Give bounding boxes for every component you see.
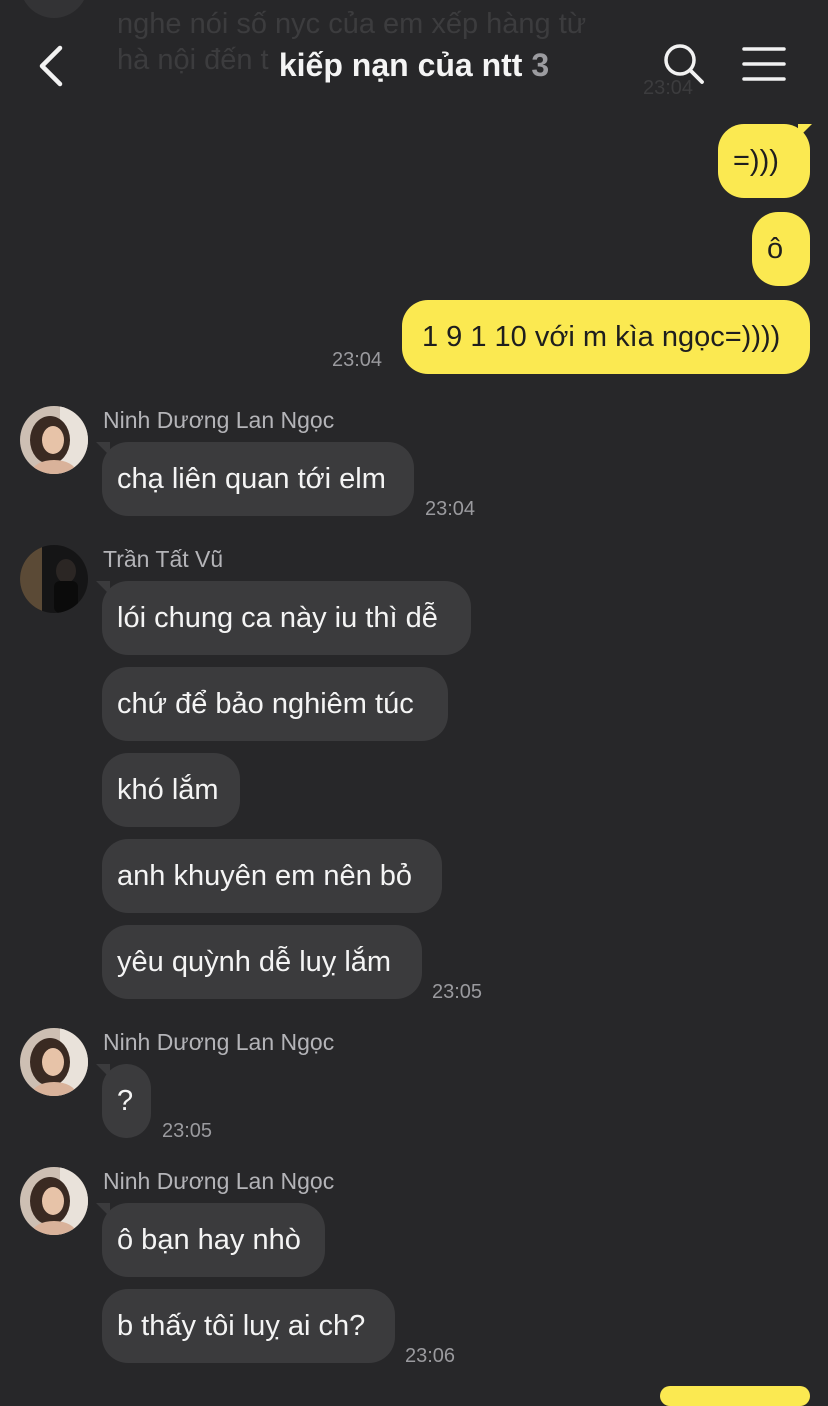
message-text: =)))	[733, 145, 779, 177]
their-message-bubble[interactable]: chạ liên quan tới elm	[102, 442, 414, 516]
my-message-bubble[interactable]: =)))	[718, 124, 810, 198]
their-message-bubble[interactable]: khó lắm	[102, 753, 240, 827]
avatar[interactable]	[20, 1028, 88, 1096]
message-text: chạ liên quan tới elm	[117, 463, 386, 495]
message-text: ô	[767, 233, 784, 265]
sender-name: Trần Tất Vũ	[103, 546, 224, 572]
message-text: ?	[117, 1085, 134, 1117]
their-message-bubble[interactable]: b thấy tôi luỵ ai ch?	[102, 1289, 395, 1363]
their-message-bubble[interactable]: lói chung ca này iu thì dễ	[102, 581, 471, 655]
their-message-bubble[interactable]: ô bạn hay nhò	[102, 1203, 325, 1277]
message-time: 23:05	[162, 1120, 213, 1142]
message-text: yêu quỳnh dễ luỵ lắm	[117, 946, 392, 978]
message-text: b thấy tôi luỵ ai ch?	[117, 1310, 366, 1342]
message-text: khó lắm	[117, 774, 219, 806]
their-message-bubble[interactable]: yêu quỳnh dễ luỵ lắm	[102, 925, 422, 999]
their-message-bubble[interactable]: anh khuyên em nên bỏ	[102, 839, 442, 913]
my-message-bubble[interactable]: ô	[752, 212, 810, 286]
search-icon[interactable]	[662, 42, 706, 86]
message-time: 23:04	[332, 349, 383, 371]
avatar[interactable]	[20, 406, 88, 474]
message-time: 23:05	[432, 981, 483, 1003]
message-text: chứ để bảo nghiêm túc	[117, 688, 414, 720]
message-time: 23:06	[405, 1345, 456, 1367]
message-text: lói chung ca này iu thì dễ	[117, 602, 438, 634]
their-message-bubble[interactable]: chứ để bảo nghiêm túc	[102, 667, 448, 741]
message-text: ô bạn hay nhò	[117, 1224, 301, 1256]
message-text: anh khuyên em nên bỏ	[117, 860, 413, 892]
sender-name: Ninh Dương Lan Ngọc	[103, 1168, 335, 1194]
avatar[interactable]	[20, 1167, 88, 1235]
my-message-bubble-partial[interactable]	[660, 1386, 810, 1406]
hamburger-menu-icon[interactable]	[740, 44, 790, 86]
message-time: 23:04	[425, 498, 476, 520]
chat-header: kiếp nạn của ntt 3	[0, 0, 828, 130]
avatar[interactable]	[20, 545, 88, 613]
chat-title-text: kiếp nạn của ntt	[278, 47, 523, 83]
sender-name: Ninh Dương Lan Ngọc	[103, 407, 335, 433]
message-text: 1 9 1 10 với m kìa ngọc=))))	[422, 321, 781, 353]
their-message-bubble[interactable]: ?	[102, 1064, 151, 1138]
member-count: 3	[531, 47, 550, 83]
my-message-bubble[interactable]: 1 9 1 10 với m kìa ngọc=))))	[402, 300, 810, 374]
sender-name: Ninh Dương Lan Ngọc	[103, 1029, 335, 1055]
